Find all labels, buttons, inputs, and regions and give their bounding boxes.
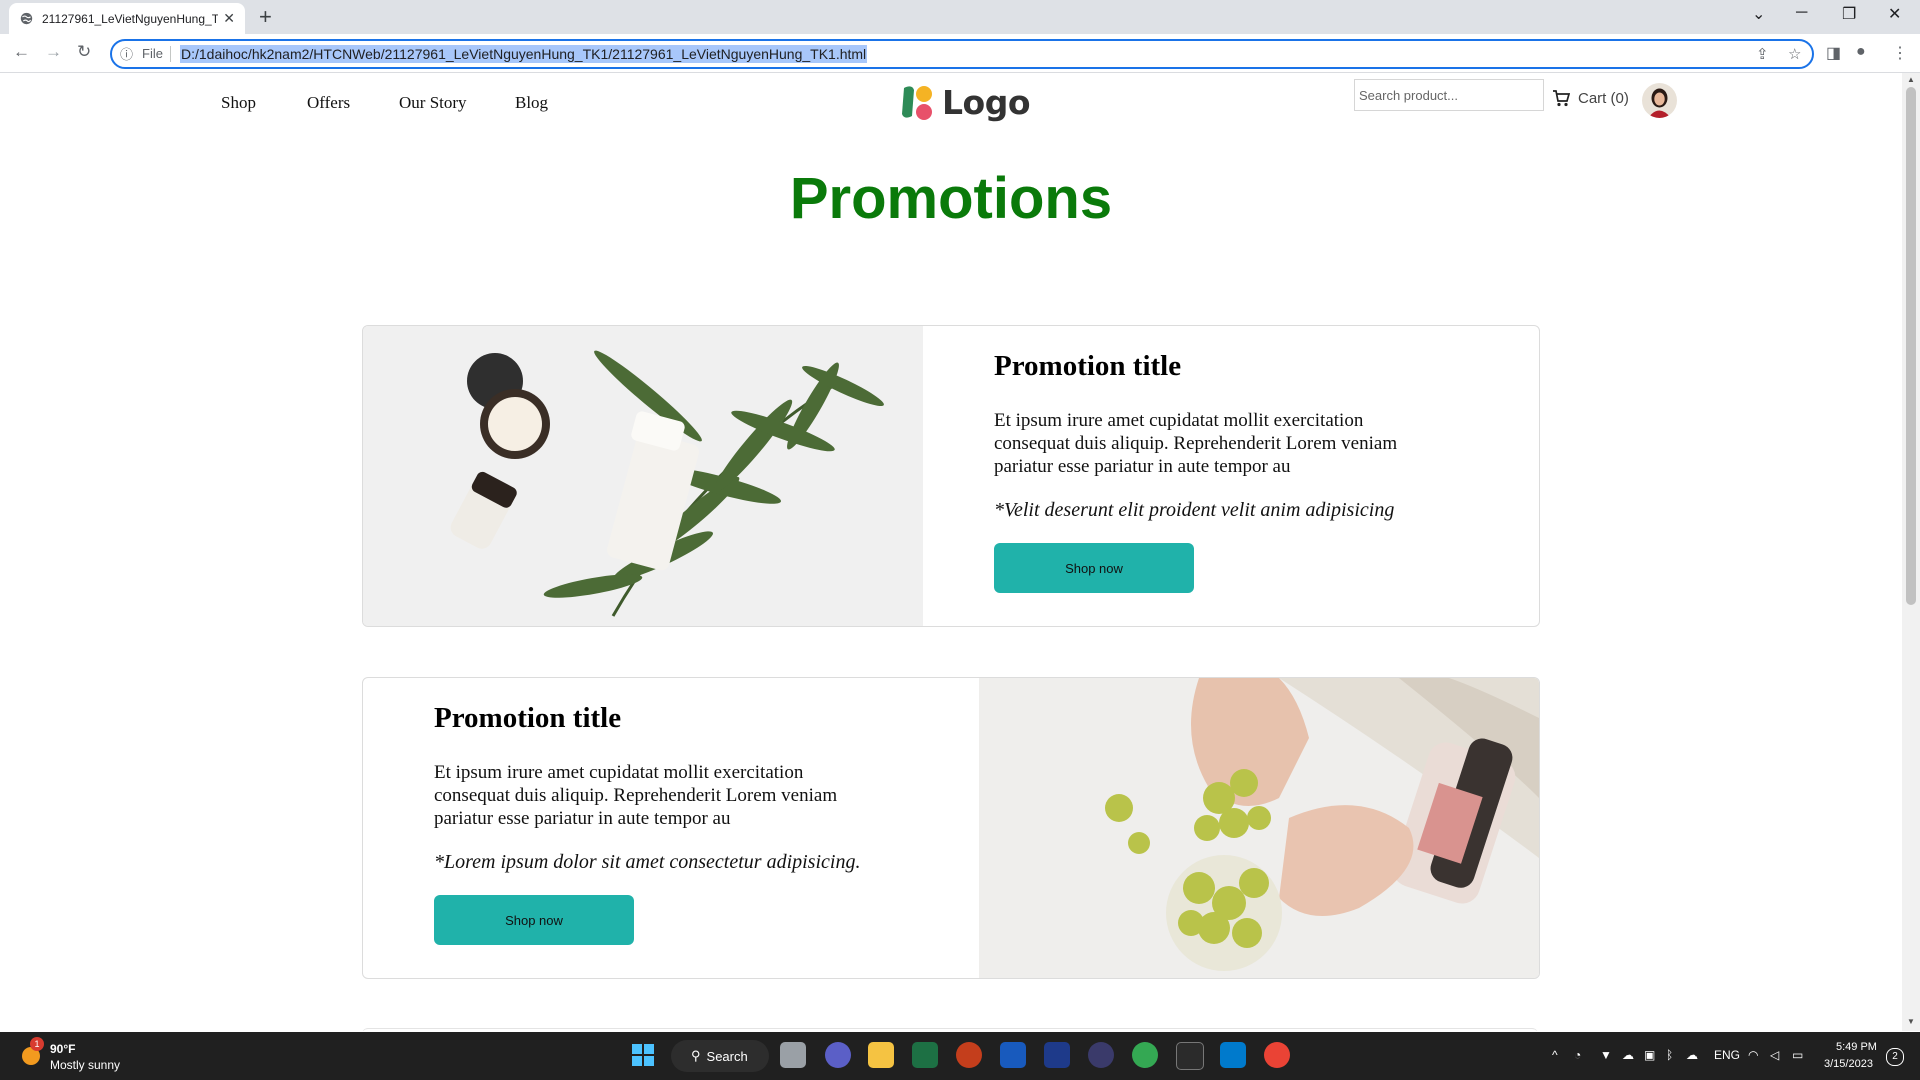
vscode-icon[interactable]: [1220, 1042, 1246, 1068]
user-avatar[interactable]: [1642, 83, 1677, 118]
close-window-button[interactable]: ✕: [1888, 4, 1901, 24]
cart-label: Cart (0): [1578, 90, 1629, 107]
nav-blog[interactable]: Blog: [515, 93, 548, 113]
page-scrollbar[interactable]: ▲ ▼: [1902, 73, 1920, 1031]
profile-icon[interactable]: ●: [1856, 43, 1866, 61]
tab-close-icon[interactable]: ✕: [223, 10, 235, 27]
tray-cloud-icon[interactable]: ☁: [1686, 1048, 1698, 1062]
search-input[interactable]: [1354, 79, 1544, 111]
promotion-title: Promotion title: [434, 702, 622, 734]
nav-offers[interactable]: Offers: [307, 93, 350, 113]
promotion-note: *Lorem ipsum dolor sit amet consectetur …: [434, 851, 861, 873]
file-explorer-icon[interactable]: [868, 1042, 894, 1068]
chrome-canary-icon[interactable]: [1132, 1042, 1158, 1068]
weather-desc: Mostly sunny: [50, 1058, 121, 1072]
windows-start-icon[interactable]: [630, 1042, 656, 1068]
share-icon[interactable]: ⇪: [1756, 45, 1769, 63]
teams-chat-icon[interactable]: [825, 1042, 851, 1068]
shop-now-button[interactable]: Shop now: [994, 543, 1194, 593]
globe-icon: [20, 12, 33, 25]
clock-date[interactable]: 3/15/2023: [1824, 1058, 1873, 1070]
powerpoint-icon[interactable]: [956, 1042, 982, 1068]
nav-our-story[interactable]: Our Story: [399, 93, 467, 113]
clock-time[interactable]: 5:49 PM: [1836, 1041, 1877, 1053]
battery-icon[interactable]: ▭: [1792, 1048, 1803, 1062]
site-logo[interactable]: Logo: [900, 82, 1031, 122]
nav-shop[interactable]: Shop: [221, 93, 256, 113]
browser-toolbar: ← → ↻ ⓘ File D:/1daihoc/hk2nam2/HTCNWeb/…: [0, 34, 1920, 73]
promotion-card-2: Promotion title Et ipsum irure amet cupi…: [362, 677, 1540, 979]
bookmark-star-icon[interactable]: ☆: [1788, 45, 1801, 63]
windows-taskbar: 1 90°F Mostly sunny ⚲ Search ^ ◔ ▼ ☁ ▣ ᛒ…: [0, 1032, 1920, 1080]
cart-button[interactable]: Cart (0): [1552, 90, 1629, 107]
logo-mark-icon: [902, 86, 932, 120]
forward-button[interactable]: →: [45, 42, 62, 62]
side-panel-icon[interactable]: ◨: [1826, 43, 1841, 63]
notification-count[interactable]: 2: [1886, 1048, 1904, 1066]
omnibox-separator: [170, 46, 171, 62]
language-indicator[interactable]: ENG: [1714, 1048, 1740, 1062]
volume-icon[interactable]: ◁: [1770, 1048, 1779, 1062]
tray-chevron-icon[interactable]: ^: [1552, 1048, 1558, 1062]
wifi-icon[interactable]: ◠: [1748, 1048, 1758, 1062]
promotion-note: *Velit deserunt elit proident velit anim…: [994, 499, 1395, 521]
promotion-body-1: Promotion title Et ipsum irure amet cupi…: [994, 326, 1494, 626]
info-icon[interactable]: ⓘ: [120, 44, 133, 63]
logo-text: Logo: [942, 82, 1031, 122]
reload-button[interactable]: ↻: [77, 42, 91, 62]
shop-now-button[interactable]: Shop now: [434, 895, 634, 945]
weather-temp: 90°F: [50, 1042, 76, 1056]
chrome-icon[interactable]: [1264, 1042, 1290, 1068]
promotion-title: Promotion title: [994, 350, 1182, 382]
cart-icon: [1553, 90, 1570, 107]
back-button[interactable]: ←: [13, 42, 30, 62]
tray-onedrive-icon[interactable]: ☁: [1622, 1048, 1634, 1062]
taskbar-search-label: Search: [706, 1048, 748, 1064]
browser-tab[interactable]: 21127961_LeVietNguyenHung_TK1 ✕: [9, 3, 245, 34]
task-view-icon[interactable]: [780, 1042, 806, 1068]
browser-tab-bar: 21127961_LeVietNguyenHung_TK1 ✕ + ⌄ ─ ❐ …: [0, 0, 1920, 34]
search-icon: ⚲: [691, 1048, 701, 1063]
omnibox-file-label: File: [142, 46, 163, 61]
scroll-down-icon[interactable]: ▼: [1907, 1017, 1915, 1026]
promotion-body-2: Promotion title Et ipsum irure amet cupi…: [434, 678, 934, 978]
word-icon[interactable]: [1000, 1042, 1026, 1068]
promotion-description: Et ipsum irure amet cupidatat mollit exe…: [434, 762, 838, 829]
gummies-hands-image: [979, 678, 1539, 978]
tray-app-icon[interactable]: ◔: [1574, 1048, 1581, 1062]
new-tab-button[interactable]: +: [259, 4, 272, 30]
restore-button[interactable]: ❐: [1842, 4, 1856, 24]
terminal-icon[interactable]: [1176, 1042, 1204, 1070]
address-bar[interactable]: ⓘ File D:/1daihoc/hk2nam2/HTCNWeb/211279…: [110, 39, 1814, 69]
menu-kebab-icon[interactable]: ⋮: [1892, 43, 1908, 63]
tab-search-chevron-icon[interactable]: ⌄: [1752, 4, 1765, 24]
excel-icon[interactable]: [912, 1042, 938, 1068]
tab-title: 21127961_LeVietNguyenHung_TK1: [42, 11, 218, 26]
promotion-description: Et ipsum irure amet cupidatat mollit exe…: [994, 410, 1398, 477]
eclipse-icon[interactable]: [1088, 1042, 1114, 1068]
tray-monitor-icon[interactable]: ▣: [1644, 1048, 1655, 1062]
page-title: Promotions: [789, 166, 1113, 231]
weather-badge: 1: [30, 1037, 44, 1051]
scroll-up-icon[interactable]: ▲: [1907, 75, 1915, 84]
page-viewport: Shop Offers Our Story Blog Logo Cart (0)…: [0, 73, 1902, 1031]
promotion-card-3-edge: [362, 1028, 1538, 1031]
tray-vivaldi-icon[interactable]: ▼: [1600, 1048, 1612, 1062]
taskbar-search-button[interactable]: ⚲ Search: [671, 1040, 769, 1072]
dev-app-icon[interactable]: [1044, 1042, 1070, 1068]
skincare-products-image: [363, 326, 923, 626]
scroll-thumb[interactable]: [1906, 87, 1916, 605]
promotion-card-1: Promotion title Et ipsum irure amet cupi…: [362, 325, 1540, 627]
url-text[interactable]: D:/1daihoc/hk2nam2/HTCNWeb/21127961_LeVi…: [180, 45, 868, 63]
minimize-button[interactable]: ─: [1796, 4, 1807, 22]
avatar-image: [1642, 83, 1677, 118]
bluetooth-icon[interactable]: ᛒ: [1666, 1048, 1673, 1062]
